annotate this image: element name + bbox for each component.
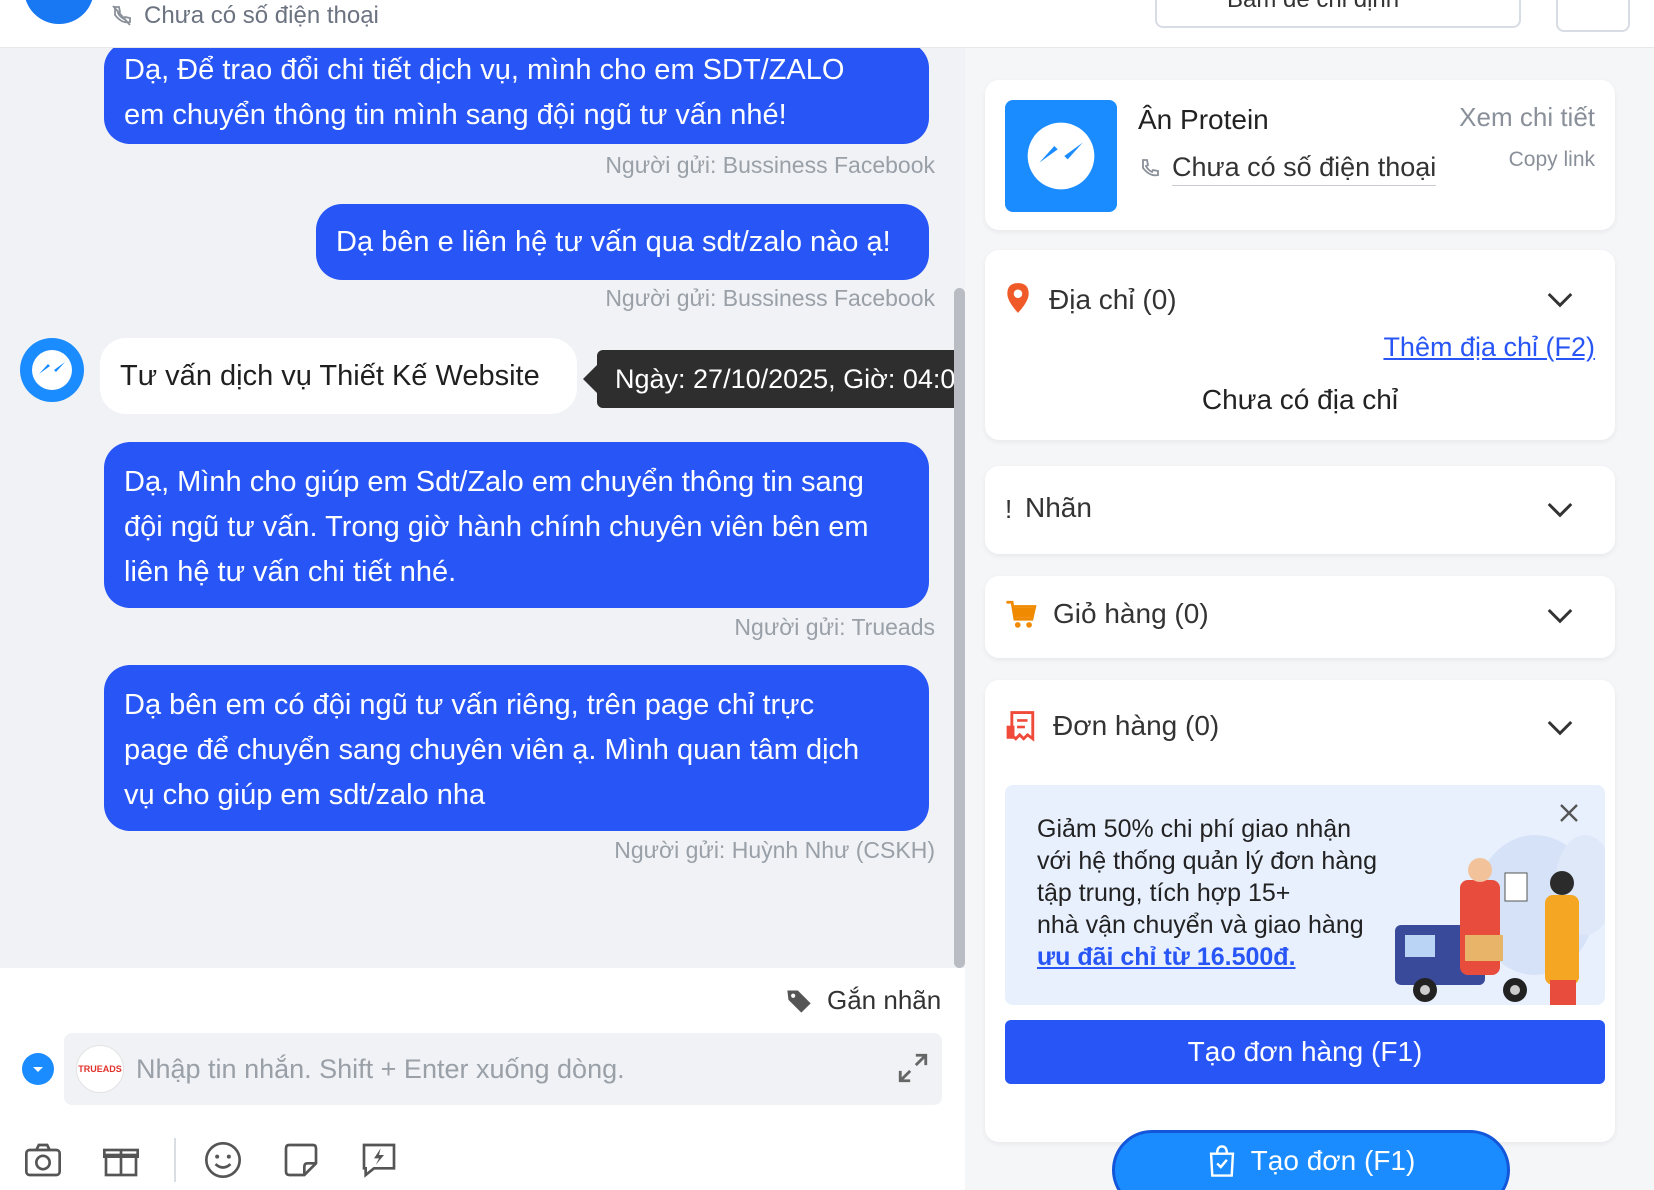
customer-name: Ân Protein — [1138, 104, 1269, 135]
messenger-icon — [1027, 122, 1095, 190]
address-title[interactable]: Địa chỉ (0) — [1049, 284, 1177, 316]
customer-panel: Ân Protein Chưa có số điện thoại Xem chi… — [965, 48, 1654, 1190]
create-order-fab[interactable]: Tạo đơn (F1) — [1112, 1130, 1510, 1190]
view-detail-link[interactable]: Xem chi tiết — [1459, 102, 1595, 133]
message-bubble-outgoing: Dạ bên em có đội ngũ tư vấn riêng, trên … — [104, 665, 929, 831]
message-sender: Người gửi: Trueads — [734, 614, 935, 640]
label-icon: ! — [1005, 494, 1013, 524]
location-pin-icon — [1007, 283, 1029, 313]
promo-line: Giảm 50% chi phí giao nhận — [1037, 815, 1352, 843]
camera-button[interactable] — [18, 1135, 68, 1185]
assign-button[interactable]: Bấm để chỉ định — [1155, 0, 1521, 28]
quick-reply-icon — [362, 1143, 396, 1178]
message-composer: TRUEADS — [64, 1033, 942, 1105]
message-line: page để chuyển sang chuyên viên ạ. Mình … — [124, 734, 860, 766]
message-line: Dạ bên em có đội ngũ tư vấn riêng, trên … — [124, 689, 815, 721]
message-sender: Người gửi: Huỳnh Như (CSKH) — [614, 837, 935, 863]
chevron-down-icon[interactable] — [1545, 600, 1575, 630]
message-bubble-outgoing: Dạ, Mình cho giúp em Sdt/Zalo em chuyển … — [104, 442, 929, 608]
promo-text: Giảm 50% chi phí giao nhận với hệ thống … — [1037, 813, 1417, 973]
header-avatar[interactable] — [24, 0, 94, 24]
no-address-text: Chưa có địa chỉ — [1201, 384, 1399, 415]
composer-toolbar — [18, 1135, 432, 1185]
promo-line: với hệ thống quản lý đơn hàng — [1037, 847, 1377, 875]
phone-icon — [1142, 159, 1159, 177]
camera-icon — [25, 1143, 61, 1177]
close-icon[interactable] — [1557, 801, 1581, 825]
composer-channel-toggle[interactable] — [22, 1053, 54, 1085]
message-line: em chuyển thông tin mình sang đội ngũ tư… — [124, 99, 787, 131]
chat-thread[interactable]: Dạ, Để trao đổi chi tiết dịch vụ, mình c… — [0, 48, 965, 968]
message-line: đội ngũ tư vấn. Trong giờ hành chính chu… — [124, 511, 869, 543]
orders-section: Đơn hàng (0) Giảm 50% chi phí giao nhận … — [985, 680, 1615, 1142]
copy-link[interactable]: Copy link — [1509, 148, 1595, 172]
chevron-down-icon[interactable] — [1545, 494, 1575, 524]
message-line: liên hệ tư vấn chi tiết nhé. — [124, 556, 457, 588]
chat-header: Chưa có số điện thoại Bấm để chỉ định — [0, 0, 1654, 48]
message-sender: Người gửi: Bussiness Facebook — [605, 152, 935, 178]
promo-line: nhà vận chuyển và giao hàng — [1037, 911, 1364, 939]
page-logo[interactable]: TRUEADS — [76, 1045, 124, 1093]
label-title: Nhãn — [1025, 492, 1092, 523]
cart-icon — [1006, 600, 1037, 628]
receipt-icon — [1006, 711, 1035, 742]
expand-icon[interactable] — [896, 1051, 930, 1085]
assign-button-label: Bấm để chỉ định — [1227, 0, 1399, 14]
customer-phone-text: Chưa có số điện thoại — [1172, 152, 1437, 186]
toolbar-divider — [174, 1138, 176, 1182]
chevron-down-icon — [33, 1067, 43, 1072]
product-button[interactable] — [96, 1135, 146, 1185]
message-bubble-outgoing: Dạ, Để trao đổi chi tiết dịch vụ, mình c… — [104, 48, 929, 144]
cart-section[interactable]: Giỏ hàng (0) — [985, 576, 1615, 658]
message-sender: Người gửi: Bussiness Facebook — [605, 285, 935, 311]
message-time-tooltip: Ngày: 27/10/2025, Giờ: 04:00:41 — [583, 350, 965, 408]
message-line: Dạ, Mình cho giúp em Sdt/Zalo em chuyển … — [124, 466, 864, 498]
label-section[interactable]: ! Nhãn — [985, 466, 1615, 554]
message-line: Dạ bên e liên hệ tư vấn qua sdt/zalo nào… — [336, 226, 891, 258]
delivery-illustration — [1395, 835, 1605, 1005]
emoji-icon — [205, 1142, 241, 1178]
header-phone: Chưa có số điện thoại — [110, 2, 379, 30]
message-bubble-incoming: Tư vấn dịch vụ Thiết Kế Website — [100, 338, 577, 414]
add-address-link[interactable]: Thêm địa chỉ (F2) — [1383, 332, 1595, 363]
messenger-icon — [32, 350, 72, 390]
chevron-down-icon[interactable] — [1545, 712, 1575, 742]
orders-title[interactable]: Đơn hàng (0) — [1053, 710, 1219, 742]
customer-phone: Chưa có số điện thoại — [1138, 152, 1437, 186]
create-order-button[interactable]: Tạo đơn hàng (F1) — [1005, 1020, 1605, 1084]
shipping-promo-banner: Giảm 50% chi phí giao nhận với hệ thống … — [1005, 785, 1605, 1005]
header-phone-text: Chưa có số điện thoại — [144, 2, 379, 29]
message-line: Tư vấn dịch vụ Thiết Kế Website — [120, 360, 540, 392]
message-line: vụ cho giúp em sdt/zalo nha — [124, 779, 486, 811]
cart-title: Giỏ hàng (0) — [1053, 598, 1209, 629]
customer-card: Ân Protein Chưa có số điện thoại Xem chi… — [985, 80, 1615, 230]
message-input[interactable] — [136, 1033, 866, 1105]
chat-scrollbar[interactable] — [954, 288, 965, 968]
tag-label: Gắn nhãn — [827, 985, 942, 1015]
sticker-button[interactable] — [276, 1135, 326, 1185]
phone-off-icon — [112, 5, 131, 26]
create-order-fab-label: Tạo đơn (F1) — [1250, 1145, 1416, 1176]
tag-button[interactable]: Gắn nhãn — [785, 985, 941, 1016]
shopping-bag-icon — [1209, 1145, 1234, 1177]
promo-line: tập trung, tích hợp 15+ — [1037, 879, 1291, 907]
quick-reply-button[interactable] — [354, 1135, 404, 1185]
panel-toggle-button[interactable] — [1556, 0, 1630, 32]
customer-card-avatar — [1005, 100, 1117, 212]
customer-avatar[interactable] — [20, 338, 84, 402]
tag-icon — [787, 990, 811, 1013]
sticker-icon — [284, 1143, 318, 1177]
address-section: Địa chỉ (0) Thêm địa chỉ (F2) Chưa có đị… — [985, 250, 1615, 440]
emoji-button[interactable] — [198, 1135, 248, 1185]
promo-link[interactable]: ưu đãi chỉ từ 16.500đ. — [1037, 941, 1417, 973]
gift-box-icon — [103, 1148, 139, 1177]
chevron-down-icon[interactable] — [1545, 284, 1575, 314]
message-line: Dạ, Để trao đổi chi tiết dịch vụ, mình c… — [124, 54, 845, 86]
message-bubble-outgoing: Dạ bên e liên hệ tư vấn qua sdt/zalo nào… — [316, 204, 929, 280]
